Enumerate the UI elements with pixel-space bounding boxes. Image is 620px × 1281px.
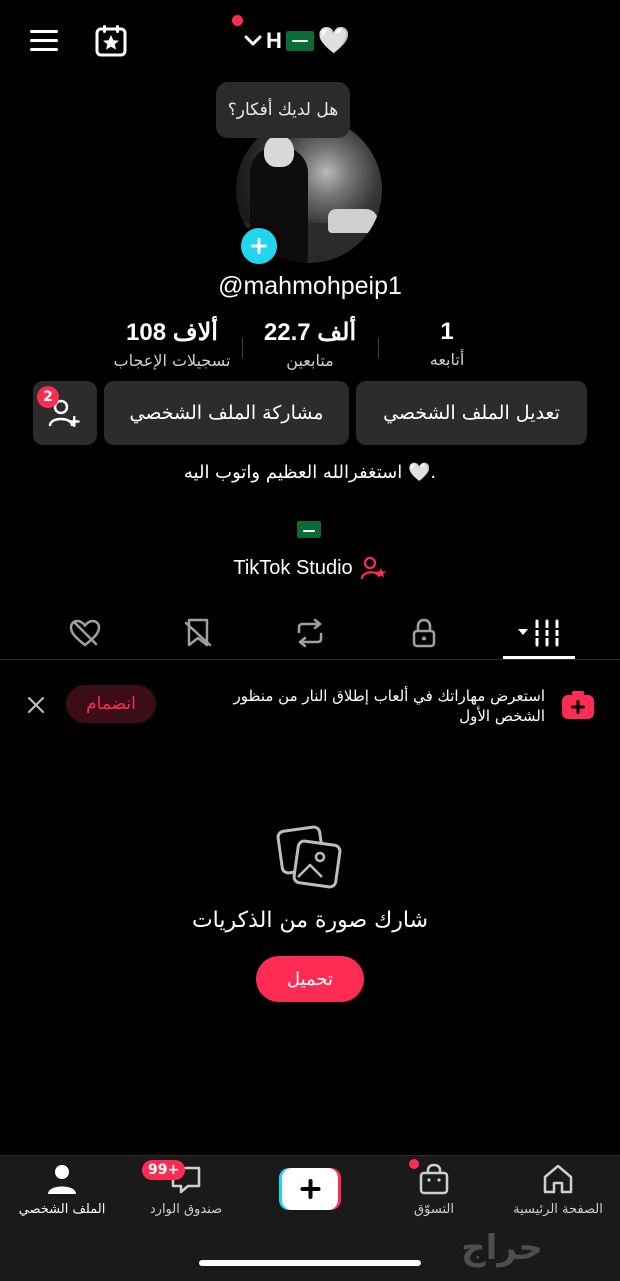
calendar-star-button[interactable] [93, 23, 129, 59]
likes-stat: 108 ألاف تسجيلات الإعجاب [97, 318, 247, 370]
calendar-star-icon [95, 25, 127, 57]
bio-text: استغفرالله العظيم واتوب اليه 🤍. [183, 462, 437, 483]
edit-profile-button[interactable]: تعديل الملف الشخصي [356, 381, 587, 445]
hidden-bookmark-icon [184, 618, 212, 647]
close-promo-button[interactable] [24, 693, 48, 717]
notification-dot [232, 15, 243, 26]
tab-reposts[interactable] [250, 608, 370, 658]
username: @mahmohpeip1 [218, 272, 402, 300]
followers-count: 22.7 ألف [263, 319, 357, 346]
promo-camera-icon [561, 690, 595, 720]
chevron-down-icon [244, 35, 262, 46]
profile-icon [45, 1162, 79, 1196]
create-button[interactable] [279, 1168, 341, 1210]
upload-button[interactable]: تحميل [256, 956, 364, 1002]
tab-videos[interactable] [479, 608, 599, 658]
white-heart-emoji: 🤍 [317, 26, 351, 56]
menu-button[interactable] [28, 26, 62, 56]
likes-count: 108 ألاف [126, 319, 218, 346]
nav-profile[interactable]: الملف الشخصي [0, 1162, 124, 1217]
create-plus-icon [279, 1168, 341, 1210]
following-label: أتابعه [429, 350, 465, 369]
creator-star-icon [360, 556, 386, 580]
tab-private[interactable] [364, 608, 484, 658]
followers-stat[interactable]: 22.7 ألف متابعين [235, 318, 385, 370]
plus-icon [251, 238, 267, 254]
account-switcher[interactable]: H 🤍 [232, 15, 351, 58]
following-count: 1 [440, 318, 454, 345]
shopping-bag-icon [417, 1162, 451, 1196]
friend-requests-badge: 2 [37, 386, 59, 408]
home-indicator [199, 1260, 421, 1266]
hamburger-icon [30, 30, 58, 51]
share-profile-button[interactable]: مشاركة الملف الشخصي [104, 381, 349, 445]
repost-icon [297, 618, 323, 648]
ideas-tooltip[interactable]: هل لديك أفكار؟ [216, 82, 350, 138]
photo-memories-icon [276, 825, 344, 891]
grid-videos-icon [518, 619, 560, 647]
nav-shop[interactable]: التسوّق [372, 1162, 496, 1217]
tab-favorites[interactable] [138, 608, 258, 658]
tiktok-studio-link[interactable]: TikTok Studio [0, 556, 620, 580]
inbox-badge: 99+ [142, 1160, 186, 1180]
nav-home-label: الصفحة الرئيسية [513, 1202, 603, 1217]
nav-home[interactable]: الصفحة الرئيسية [496, 1162, 620, 1217]
nav-profile-label: الملف الشخصي [18, 1202, 106, 1217]
lock-icon [412, 618, 436, 648]
haraj-watermark: حراج [461, 1228, 543, 1268]
followers-label: متابعين [286, 351, 334, 370]
tab-liked[interactable] [25, 608, 145, 658]
empty-state-title: شارك صورة من الذكريات [191, 908, 429, 933]
hidden-heart-icon [69, 619, 101, 647]
close-icon [27, 696, 45, 714]
studio-label: TikTok Studio [233, 556, 353, 579]
following-stat[interactable]: 1 أتابعه [372, 318, 522, 369]
saudi-flag-icon [297, 521, 321, 538]
promo-text: استعرض مهاراتك في ألعاب إطلاق النار من م… [233, 687, 545, 725]
tabs-divider [0, 659, 620, 660]
join-button[interactable]: انضمام [66, 685, 156, 723]
nav-inbox-label: صندوق الوارد [149, 1202, 223, 1217]
home-icon [541, 1162, 575, 1196]
saudi-flag-icon [285, 31, 314, 51]
nav-shop-label: التسوّق [414, 1202, 454, 1217]
add-story-button[interactable] [238, 225, 280, 267]
account-name: H [266, 28, 282, 53]
profile-tabs [0, 608, 620, 658]
likes-label: تسجيلات الإعجاب [113, 351, 231, 370]
